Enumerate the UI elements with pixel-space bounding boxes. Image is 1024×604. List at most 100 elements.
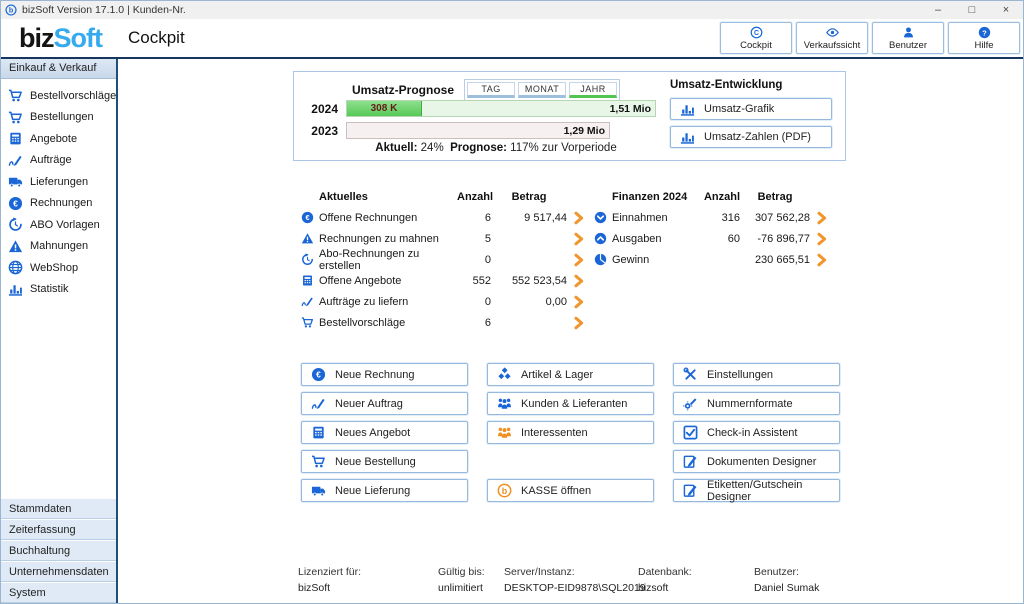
tools-icon (683, 367, 698, 382)
chevron-right-icon[interactable] (572, 316, 586, 330)
sidebar-item-rechnungen[interactable]: €Rechnungen (1, 193, 116, 215)
benutzer-button[interactable]: Benutzer (872, 22, 944, 54)
neue-lieferung-button[interactable]: Neue Lieferung (301, 479, 468, 502)
bizsoft-b-icon: b (5, 4, 17, 16)
abo-refresh-icon (301, 253, 314, 266)
neuer-auftrag-button[interactable]: Neuer Auftrag (301, 392, 468, 415)
sidebar-item-auftraege[interactable]: Aufträge (1, 150, 116, 172)
checkbox-icon (683, 425, 698, 440)
doc-edit-icon (683, 483, 698, 498)
euro-icon: € (8, 196, 23, 211)
quick-buttons-col1: €Neue Rechnung Neuer Auftrag Neues Angeb… (301, 363, 468, 502)
quick-buttons-col3: Einstellungen Nummernformate Check-in As… (673, 363, 840, 502)
chevron-right-icon[interactable] (572, 232, 586, 246)
svg-text:b: b (502, 486, 508, 496)
boxes-icon (497, 367, 512, 382)
euro-icon: € (301, 211, 314, 224)
window-title: bizSoft Version 17.1.0 | Kunden-Nr. (22, 4, 186, 16)
nummernformate-button[interactable]: Nummernformate (673, 392, 840, 415)
arrow-down-circle-icon (594, 211, 607, 224)
footer-benutzer: Benutzer:Daniel Sumak (754, 566, 819, 594)
neue-bestellung-button[interactable]: Neue Bestellung (301, 450, 468, 473)
sidebar-section-system[interactable]: System (1, 582, 116, 603)
umsatz-zahlen-pdf-button[interactable]: Umsatz-Zahlen (PDF) (670, 126, 832, 148)
finanzen-table: Finanzen 2024AnzahlBetrag Einnahmen31630… (594, 186, 830, 270)
chevron-right-icon[interactable] (572, 253, 586, 267)
hilfe-button[interactable]: ? Hilfe (948, 22, 1020, 54)
year-label-2024: 2024 (304, 102, 338, 116)
umsatz-prognose-header: Umsatz-Prognose TAG MONAT JAHR (352, 79, 620, 101)
aktuelles-table: AktuellesAnzahlBetrag €Offene Rechnungen… (301, 186, 587, 333)
sidebar-section-einkauf-verkauf[interactable]: Einkauf & Verkauf (1, 59, 116, 79)
neue-rechnung-button[interactable]: €Neue Rechnung (301, 363, 468, 386)
page-title: Cockpit (128, 28, 185, 48)
footer-server-instanz: Server/Instanz:DESKTOP-EID9878\SQL2019 (504, 566, 646, 594)
sidebar-item-bestellungen[interactable]: Bestellungen (1, 107, 116, 129)
close-button[interactable]: × (989, 1, 1023, 19)
euro-icon: € (311, 367, 326, 382)
artikel-lager-button[interactable]: Artikel & Lager (487, 363, 654, 386)
tab-monat[interactable]: MONAT (518, 82, 566, 98)
chevron-right-icon[interactable] (815, 232, 829, 246)
sidebar-item-mahnungen[interactable]: Mahnungen (1, 236, 116, 258)
cart-icon (301, 316, 314, 329)
etiketten-gutschein-designer-button[interactable]: Etiketten/Gutschein Designer (673, 479, 840, 502)
neues-angebot-button[interactable]: Neues Angebot (301, 421, 468, 444)
bar-2024-total-value: 1,51 Mio (610, 101, 651, 116)
calculator-icon (311, 425, 326, 440)
finanzen-row-label: Gewinn (612, 254, 698, 266)
sidebar-item-abo-vorlagen[interactable]: ABO Vorlagen (1, 214, 116, 236)
truck-icon (311, 483, 326, 498)
window-controls: – □ × (921, 1, 1023, 19)
maximize-button[interactable]: □ (955, 1, 989, 19)
sidebar-item-statistik[interactable]: Statistik (1, 279, 116, 301)
svg-text:€: € (305, 213, 309, 222)
sidebar-section-stammdaten[interactable]: Stammdaten (1, 498, 116, 519)
einstellungen-button[interactable]: Einstellungen (673, 363, 840, 386)
sidebar-bottom-sections: Stammdaten Zeiterfassung Buchhaltung Unt… (1, 498, 116, 603)
chevron-right-icon[interactable] (815, 211, 829, 225)
sidebar-section-buchhaltung[interactable]: Buchhaltung (1, 540, 116, 561)
svg-text:€: € (13, 198, 18, 208)
sidebar-item-angebote[interactable]: Angebote (1, 128, 116, 150)
help-icon: ? (978, 26, 991, 39)
svg-text:b: b (9, 7, 14, 15)
eye-icon (826, 26, 839, 39)
minimize-button[interactable]: – (921, 1, 955, 19)
umsatz-grafik-button[interactable]: Umsatz-Grafik (670, 98, 832, 120)
footer-lizenziert: Lizenziert für:bizSoft (298, 566, 361, 594)
kasse-icon: b (497, 483, 512, 498)
chart-icon (8, 282, 23, 297)
interessenten-button[interactable]: Interessenten (487, 421, 654, 444)
prognose-tabs: TAG MONAT JAHR (464, 79, 620, 101)
aktuelles-row-label: Abo-Rechnungen zu erstellen (319, 248, 457, 272)
tab-jahr[interactable]: JAHR (569, 82, 617, 98)
kasse-oeffnen-button[interactable]: bKASSE öffnen (487, 479, 654, 502)
people-icon (497, 425, 512, 440)
sidebar-section-unternehmensdaten[interactable]: Unternehmensdaten (1, 561, 116, 582)
signature-icon (311, 396, 326, 411)
chevron-right-icon[interactable] (572, 295, 586, 309)
cart-icon (311, 454, 326, 469)
kunden-lieferanten-button[interactable]: Kunden & Lieferanten (487, 392, 654, 415)
sidebar-item-lieferungen[interactable]: Lieferungen (1, 171, 116, 193)
aktuelles-title: Aktuelles (319, 191, 457, 203)
chevron-right-icon[interactable] (815, 253, 829, 267)
verkaufssicht-button[interactable]: Verkaufssicht (796, 22, 868, 54)
checkin-assistent-button[interactable]: Check-in Assistent (673, 421, 840, 444)
sidebar-section-zeiterfassung[interactable]: Zeiterfassung (1, 519, 116, 540)
aktuell-value: 24% (421, 142, 444, 154)
svg-text:C: C (754, 29, 759, 36)
title-bar: b bizSoft Version 17.1.0 | Kunden-Nr. – … (1, 1, 1023, 19)
chevron-right-icon[interactable] (572, 211, 586, 225)
cockpit-button[interactable]: C Cockpit (720, 22, 792, 54)
umsatz-entwicklung-title: Umsatz-Entwicklung (670, 79, 835, 91)
tab-tag[interactable]: TAG (467, 82, 515, 98)
umsatz-prognose-title: Umsatz-Prognose (352, 83, 454, 97)
dokumenten-designer-button[interactable]: Dokumenten Designer (673, 450, 840, 473)
umsatz-entwicklung: Umsatz-Entwicklung Umsatz-Grafik Umsatz-… (670, 79, 835, 154)
sidebar: Einkauf & Verkauf Bestellvorschläge Best… (1, 59, 118, 603)
sidebar-item-bestellvorschlaege[interactable]: Bestellvorschläge (1, 85, 116, 107)
sidebar-item-webshop[interactable]: WebShop (1, 257, 116, 279)
chevron-right-icon[interactable] (572, 274, 586, 288)
